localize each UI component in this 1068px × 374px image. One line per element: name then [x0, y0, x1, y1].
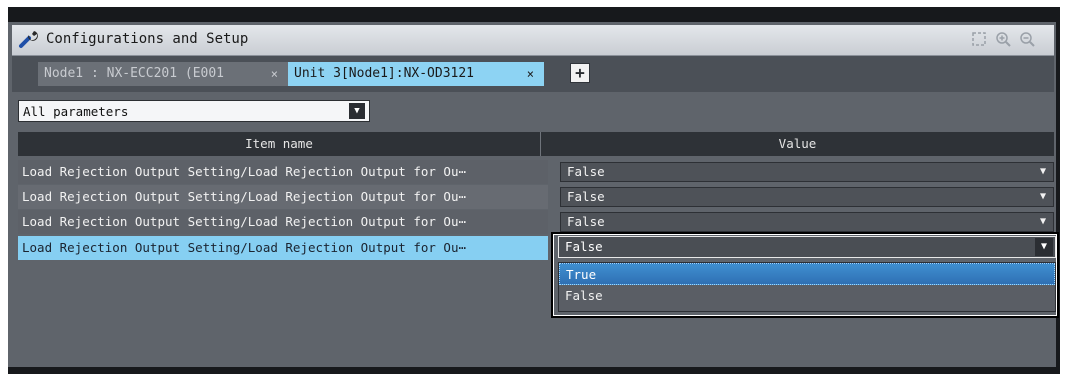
wrench-icon	[18, 28, 40, 50]
chevron-down-icon[interactable]: ▼	[349, 103, 365, 119]
parameter-filter-select[interactable]: All parameters ▼	[18, 100, 370, 122]
item-name: Load Rejection Output Setting/Load Rejec…	[18, 185, 548, 209]
tab-label: Unit 3[Node1]:NX-OD3121	[294, 66, 475, 81]
zoom-out-icon[interactable]	[1018, 30, 1036, 48]
value-select[interactable]: False ▼	[560, 187, 1054, 207]
table-header: Item name Value	[18, 132, 1054, 156]
value-text: False	[567, 164, 605, 179]
window-title: Configurations and Setup	[46, 31, 249, 47]
title-bar: Configurations and Setup	[12, 25, 1054, 56]
chevron-down-icon[interactable]: ▼	[1033, 188, 1053, 206]
value-select[interactable]: False ▼	[560, 212, 1054, 232]
column-header-value: Value	[778, 136, 817, 151]
column-header-item-name: Item name	[18, 132, 541, 156]
item-name: Load Rejection Output Setting/Load Rejec…	[18, 160, 548, 184]
chevron-down-icon[interactable]: ▼	[1033, 163, 1053, 181]
value-text: False	[567, 189, 605, 204]
filter-selected-value: All parameters	[23, 104, 129, 119]
tab-close-icon[interactable]: ×	[527, 62, 534, 86]
table-row[interactable]: Load Rejection Output Setting/Load Rejec…	[18, 210, 1054, 234]
value-dropdown-open[interactable]: False ▼	[558, 236, 1056, 258]
fit-icon[interactable]	[970, 30, 988, 48]
item-name: Load Rejection Output Setting/Load Rejec…	[18, 236, 548, 260]
zoom-in-icon[interactable]	[994, 30, 1012, 48]
tab-bar: Node1 : NX-ECC201 (E001 × Unit 3[Node1]:…	[12, 56, 1054, 92]
table-row[interactable]: Load Rejection Output Setting/Load Rejec…	[18, 160, 1054, 184]
tab-unit3[interactable]: Unit 3[Node1]:NX-OD3121 ×	[288, 62, 544, 86]
dropdown-options-list: True False	[558, 262, 1056, 312]
dropdown-option-true[interactable]: True	[559, 263, 1055, 285]
value-select[interactable]: False ▼	[560, 162, 1054, 182]
tab-close-icon[interactable]: ×	[271, 62, 278, 86]
dropdown-current-value: False	[565, 239, 603, 254]
table-row[interactable]: Load Rejection Output Setting/Load Rejec…	[18, 185, 1054, 209]
chevron-down-icon[interactable]: ▼	[1033, 213, 1053, 231]
tab-node1[interactable]: Node1 : NX-ECC201 (E001 ×	[38, 62, 288, 86]
tab-label: Node1 : NX-ECC201 (E001	[44, 66, 225, 81]
chevron-down-icon[interactable]: ▼	[1035, 238, 1053, 256]
item-name: Load Rejection Output Setting/Load Rejec…	[18, 210, 548, 234]
dropdown-option-false[interactable]: False	[559, 285, 1055, 307]
add-tab-button[interactable]: +	[570, 63, 590, 83]
value-text: False	[567, 214, 605, 229]
